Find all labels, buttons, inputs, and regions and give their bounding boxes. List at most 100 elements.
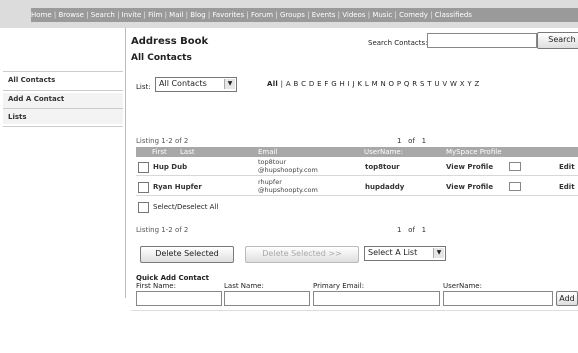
alphabet-separator: | — [280, 80, 284, 88]
contact-username: hupdaddy — [365, 183, 405, 191]
nav-link-search[interactable]: Search — [91, 11, 115, 19]
alphabet-filter: All | A B C D E F G H I J K L M N O P Q … — [267, 80, 480, 88]
nav-separator: | — [273, 11, 280, 19]
nav-link-classifieds[interactable]: Classifieds — [435, 11, 472, 19]
alphabet-letter-c[interactable]: C — [301, 80, 306, 88]
nav-separator: | — [205, 11, 213, 19]
username-input[interactable] — [443, 291, 553, 306]
alphabet-letter-d[interactable]: D — [309, 80, 315, 88]
nav-separator: | — [304, 11, 312, 19]
mail-icon[interactable] — [509, 182, 521, 191]
search-button[interactable]: Search — [537, 32, 578, 49]
contact-name[interactable]: Hup Dub — [153, 163, 187, 171]
contact-name[interactable]: Ryan Hupfer — [153, 183, 202, 191]
list-select-value: All Contacts — [159, 79, 207, 88]
sidebar-item-lists[interactable]: Lists — [8, 113, 27, 121]
alphabet-letter-h[interactable]: H — [339, 80, 345, 88]
contact-email-line1: top8tour — [258, 158, 287, 166]
alphabet-letter-s[interactable]: S — [420, 80, 425, 88]
nav-link-favorites[interactable]: Favorites — [213, 11, 245, 19]
chevron-down-icon: ▼ — [433, 248, 444, 258]
alphabet-letter-u[interactable]: U — [434, 80, 439, 88]
first-name-input[interactable] — [136, 291, 222, 306]
contact-email-line1: rhupfer — [258, 178, 282, 186]
view-profile-link[interactable]: View Profile — [446, 183, 493, 191]
row-checkbox[interactable] — [138, 182, 149, 193]
alphabet-letter-e[interactable]: E — [317, 80, 322, 88]
contact-email-line2: @hupshoopty.com — [258, 186, 318, 194]
nav-link-forum[interactable]: Forum — [251, 11, 273, 19]
nav-separator: | — [114, 11, 122, 19]
column-header-last[interactable]: Last — [180, 147, 195, 157]
last-name-label: Last Name: — [224, 282, 264, 290]
alphabet-letter-z[interactable]: Z — [474, 80, 479, 88]
alphabet-letter-f[interactable]: F — [324, 80, 328, 88]
contact-email: rhupfer @hupshoopty.com — [258, 178, 318, 194]
first-name-label: First Name: — [136, 282, 176, 290]
primary-email-label: Primary Email: — [313, 282, 365, 290]
alphabet-letter-b[interactable]: B — [293, 80, 298, 88]
last-name-input[interactable] — [224, 291, 310, 306]
alphabet-letter-a[interactable]: A — [286, 80, 291, 88]
pager-of: of — [408, 226, 415, 234]
username-label: UserName: — [443, 282, 482, 290]
contact-email-line2: @hupshoopty.com — [258, 166, 318, 174]
list-target-select[interactable]: Select A List ▼ — [364, 246, 446, 261]
alphabet-letter-t[interactable]: T — [427, 80, 432, 88]
primary-email-input[interactable] — [313, 291, 440, 306]
alphabet-letter-l[interactable]: L — [365, 80, 369, 88]
row-checkbox[interactable] — [138, 162, 149, 173]
sidebar-divider — [125, 28, 126, 298]
nav-link-groups[interactable]: Groups — [280, 11, 305, 19]
list-select[interactable]: All Contacts ▼ — [155, 77, 237, 92]
alphabet-letter-g[interactable]: G — [331, 80, 337, 88]
delete-selected-from-list-button[interactable]: Delete Selected >> — [245, 246, 359, 263]
nav-link-events[interactable]: Events — [312, 11, 336, 19]
alphabet-letter-j[interactable]: J — [353, 80, 355, 88]
alphabet-letter-q[interactable]: Q — [404, 80, 410, 88]
contact-username: top8tour — [365, 163, 400, 171]
alphabet-letter-v[interactable]: V — [442, 80, 447, 88]
add-contact-button[interactable]: Add — [556, 291, 578, 306]
edit-link[interactable]: Edit — [559, 163, 575, 171]
search-contacts-input[interactable] — [427, 33, 537, 48]
alphabet-letter-p[interactable]: P — [397, 80, 402, 88]
nav-link-home[interactable]: Home — [31, 11, 52, 19]
pager-bottom: 1 of 1 — [397, 226, 426, 234]
alphabet-letter-o[interactable]: O — [389, 80, 395, 88]
nav-link-music[interactable]: Music — [372, 11, 392, 19]
quick-add-title: Quick Add Contact — [136, 274, 209, 282]
column-header-first[interactable]: First — [152, 147, 167, 157]
pager-of: of — [408, 137, 415, 145]
delete-selected-button[interactable]: Delete Selected — [140, 246, 234, 263]
nav-link-videos[interactable]: Videos — [342, 11, 365, 19]
select-all-label: Select/Deselect All — [153, 203, 219, 211]
sidebar-item-all-contacts[interactable]: All Contacts — [8, 76, 55, 84]
alphabet-letter-w[interactable]: W — [450, 80, 457, 88]
alphabet-letter-n[interactable]: N — [380, 80, 386, 88]
mail-icon[interactable] — [509, 162, 521, 171]
nav-link-film[interactable]: Film — [148, 11, 162, 19]
sidebar-item-add-a-contact[interactable]: Add A Contact — [8, 95, 64, 103]
select-all-checkbox[interactable] — [138, 202, 149, 213]
alphabet-letter-m[interactable]: M — [372, 80, 378, 88]
alphabet-letter-all[interactable]: All — [267, 80, 278, 88]
top-nav-bar: Home | Browse | Search | Invite | Film |… — [31, 8, 578, 22]
nav-link-blog[interactable]: Blog — [190, 11, 205, 19]
column-header-email[interactable]: Email — [258, 147, 277, 157]
listing-count-bottom: Listing 1-2 of 2 — [136, 226, 189, 234]
nav-link-browse[interactable]: Browse — [58, 11, 84, 19]
alphabet-letter-i[interactable]: I — [348, 80, 350, 88]
pager-current: 1 — [397, 226, 402, 234]
nav-link-mail[interactable]: Mail — [169, 11, 183, 19]
edit-link[interactable]: Edit — [559, 183, 575, 191]
alphabet-letter-k[interactable]: K — [357, 80, 362, 88]
alphabet-letter-y[interactable]: Y — [467, 80, 472, 88]
table-header: First Last Email UserName: MySpace Profi… — [136, 147, 578, 157]
footer-divider — [131, 310, 578, 311]
alphabet-letter-x[interactable]: X — [460, 80, 465, 88]
view-profile-link[interactable]: View Profile — [446, 163, 493, 171]
alphabet-letter-r[interactable]: R — [412, 80, 417, 88]
nav-link-comedy[interactable]: Comedy — [399, 11, 428, 19]
nav-link-invite[interactable]: Invite — [122, 11, 142, 19]
